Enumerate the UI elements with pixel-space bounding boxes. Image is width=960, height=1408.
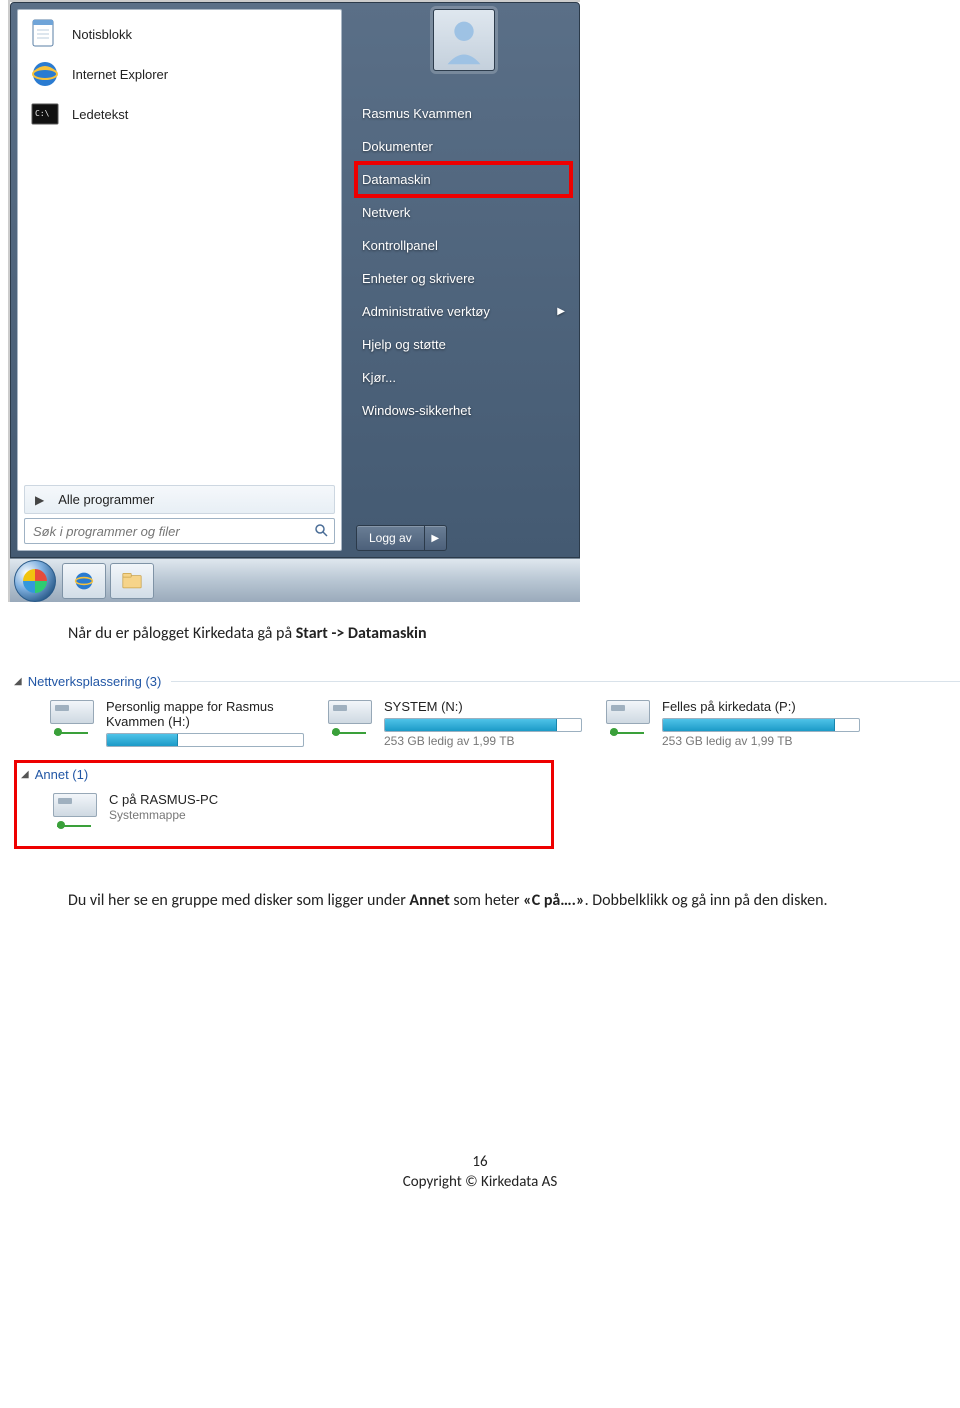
right-item-datamaskin[interactable]: Datamaskin xyxy=(356,163,571,196)
drive-subtitle: Systemmappe xyxy=(109,808,307,822)
right-item-label: Dokumenter xyxy=(362,139,433,154)
start-menu-left-pane: Notisblokk Internet Explorer C:\ Ledetek… xyxy=(17,9,342,551)
all-programs-label: Alle programmer xyxy=(58,492,154,507)
right-item-label: Hjelp og støtte xyxy=(362,337,446,352)
collapse-icon: ◢ xyxy=(21,769,29,780)
drive-n[interactable]: SYSTEM (N:) 253 GB ledig av 1,99 TB xyxy=(324,697,586,752)
right-item-nettverk[interactable]: Nettverk xyxy=(356,196,571,229)
program-notisblokk[interactable]: Notisblokk xyxy=(18,14,341,54)
page-number: 16 xyxy=(0,1153,960,1171)
user-avatar[interactable] xyxy=(433,9,495,71)
submenu-arrow-icon: ▶ xyxy=(557,306,565,317)
start-menu-right-pane: Rasmus Kvammen Dokumenter Datamaskin Net… xyxy=(342,3,579,557)
paragraph-1: Når du er pålogget Kirkedata gå på Start… xyxy=(68,622,892,646)
cmd-icon: C:\ xyxy=(28,97,62,131)
drive-title: Personlig mappe for RasmusKvammen (H:) xyxy=(106,700,304,730)
right-item-label: Enheter og skrivere xyxy=(362,271,475,286)
program-internet-explorer[interactable]: Internet Explorer xyxy=(18,54,341,94)
drive-capacity-bar xyxy=(662,718,860,732)
svg-text:C:\: C:\ xyxy=(35,109,50,118)
taskbar-explorer-button[interactable] xyxy=(110,563,154,599)
copyright: Copyright © Kirkedata AS xyxy=(0,1173,960,1191)
program-label: Internet Explorer xyxy=(72,67,168,82)
collapse-icon: ◢ xyxy=(14,676,22,687)
program-label: Notisblokk xyxy=(72,27,132,42)
drive-title: SYSTEM (N:) xyxy=(384,700,582,715)
drive-free-space: 253 GB ledig av 1,99 TB xyxy=(384,734,582,748)
drive-capacity-bar xyxy=(106,733,304,747)
drive-title: Felles på kirkedata (P:) xyxy=(662,700,860,715)
logoff-button[interactable]: Logg av ▶ xyxy=(356,525,447,551)
group-header-nettverk[interactable]: ◢ Nettverksplassering (3) xyxy=(14,670,960,691)
user-name-label: Rasmus Kvammen xyxy=(362,106,472,121)
network-drive-icon xyxy=(606,700,652,738)
chevron-right-icon: ▶ xyxy=(35,493,44,507)
network-drive-icon xyxy=(328,700,374,738)
taskbar xyxy=(10,558,580,602)
right-item-label: Kontrollpanel xyxy=(362,238,438,253)
right-item-label: Administrative verktøy xyxy=(362,304,490,319)
network-drive-icon xyxy=(50,700,96,738)
program-ledetekst[interactable]: C:\ Ledetekst xyxy=(18,94,341,134)
right-item-admin[interactable]: Administrative verktøy ▶ xyxy=(356,295,571,328)
right-item-dokumenter[interactable]: Dokumenter xyxy=(356,130,571,163)
right-item-label: Datamaskin xyxy=(362,172,431,187)
right-item-label: Nettverk xyxy=(362,205,410,220)
right-item-enheter[interactable]: Enheter og skrivere xyxy=(356,262,571,295)
start-button[interactable] xyxy=(14,560,56,602)
all-programs-button[interactable]: ▶ Alle programmer xyxy=(24,485,335,514)
right-item-label: Kjør... xyxy=(362,370,396,385)
user-name-item[interactable]: Rasmus Kvammen xyxy=(356,97,571,130)
drive-free-space: 253 GB ledig av 1,99 TB xyxy=(662,734,860,748)
logoff-label: Logg av xyxy=(357,531,424,545)
right-item-kontrollpanel[interactable]: Kontrollpanel xyxy=(356,229,571,262)
search-input[interactable] xyxy=(25,524,308,539)
drive-c-remote[interactable]: C på RASMUS-PC Systemmappe xyxy=(49,790,311,834)
program-label: Ledetekst xyxy=(72,107,128,122)
right-item-winsec[interactable]: Windows-sikkerhet xyxy=(356,394,571,427)
paragraph-2: Du vil her se en gruppe med disker som l… xyxy=(68,889,892,913)
search-box[interactable] xyxy=(24,518,335,544)
page-footer: 16 Copyright © Kirkedata AS xyxy=(0,1153,960,1191)
group-header-annet[interactable]: ◢ Annet (1) xyxy=(17,763,551,784)
notepad-icon xyxy=(28,17,62,51)
group-label: Annet (1) xyxy=(35,767,88,782)
drive-title: C på RASMUS-PC xyxy=(109,793,307,808)
drive-capacity-bar xyxy=(384,718,582,732)
right-item-hjelp[interactable]: Hjelp og støtte xyxy=(356,328,571,361)
group-label: Nettverksplassering (3) xyxy=(28,674,162,689)
drive-h[interactable]: Personlig mappe for RasmusKvammen (H:) xyxy=(46,697,308,752)
annet-highlight-box: ◢ Annet (1) C på RASMUS-PC Systemmappe xyxy=(14,760,554,849)
taskbar-ie-button[interactable] xyxy=(62,563,106,599)
drive-p[interactable]: Felles på kirkedata (P:) 253 GB ledig av… xyxy=(602,697,864,752)
start-menu-screenshot: Notisblokk Internet Explorer C:\ Ledetek… xyxy=(8,0,580,602)
network-drive-icon xyxy=(53,793,99,831)
search-icon[interactable] xyxy=(308,523,334,540)
ie-icon xyxy=(28,57,62,91)
right-item-kjor[interactable]: Kjør... xyxy=(356,361,571,394)
program-list: Notisblokk Internet Explorer C:\ Ledetek… xyxy=(18,10,341,481)
explorer-screenshot: ◢ Nettverksplassering (3) Personlig mapp… xyxy=(14,670,960,849)
logoff-dropdown-icon[interactable]: ▶ xyxy=(424,526,446,550)
right-item-label: Windows-sikkerhet xyxy=(362,403,471,418)
